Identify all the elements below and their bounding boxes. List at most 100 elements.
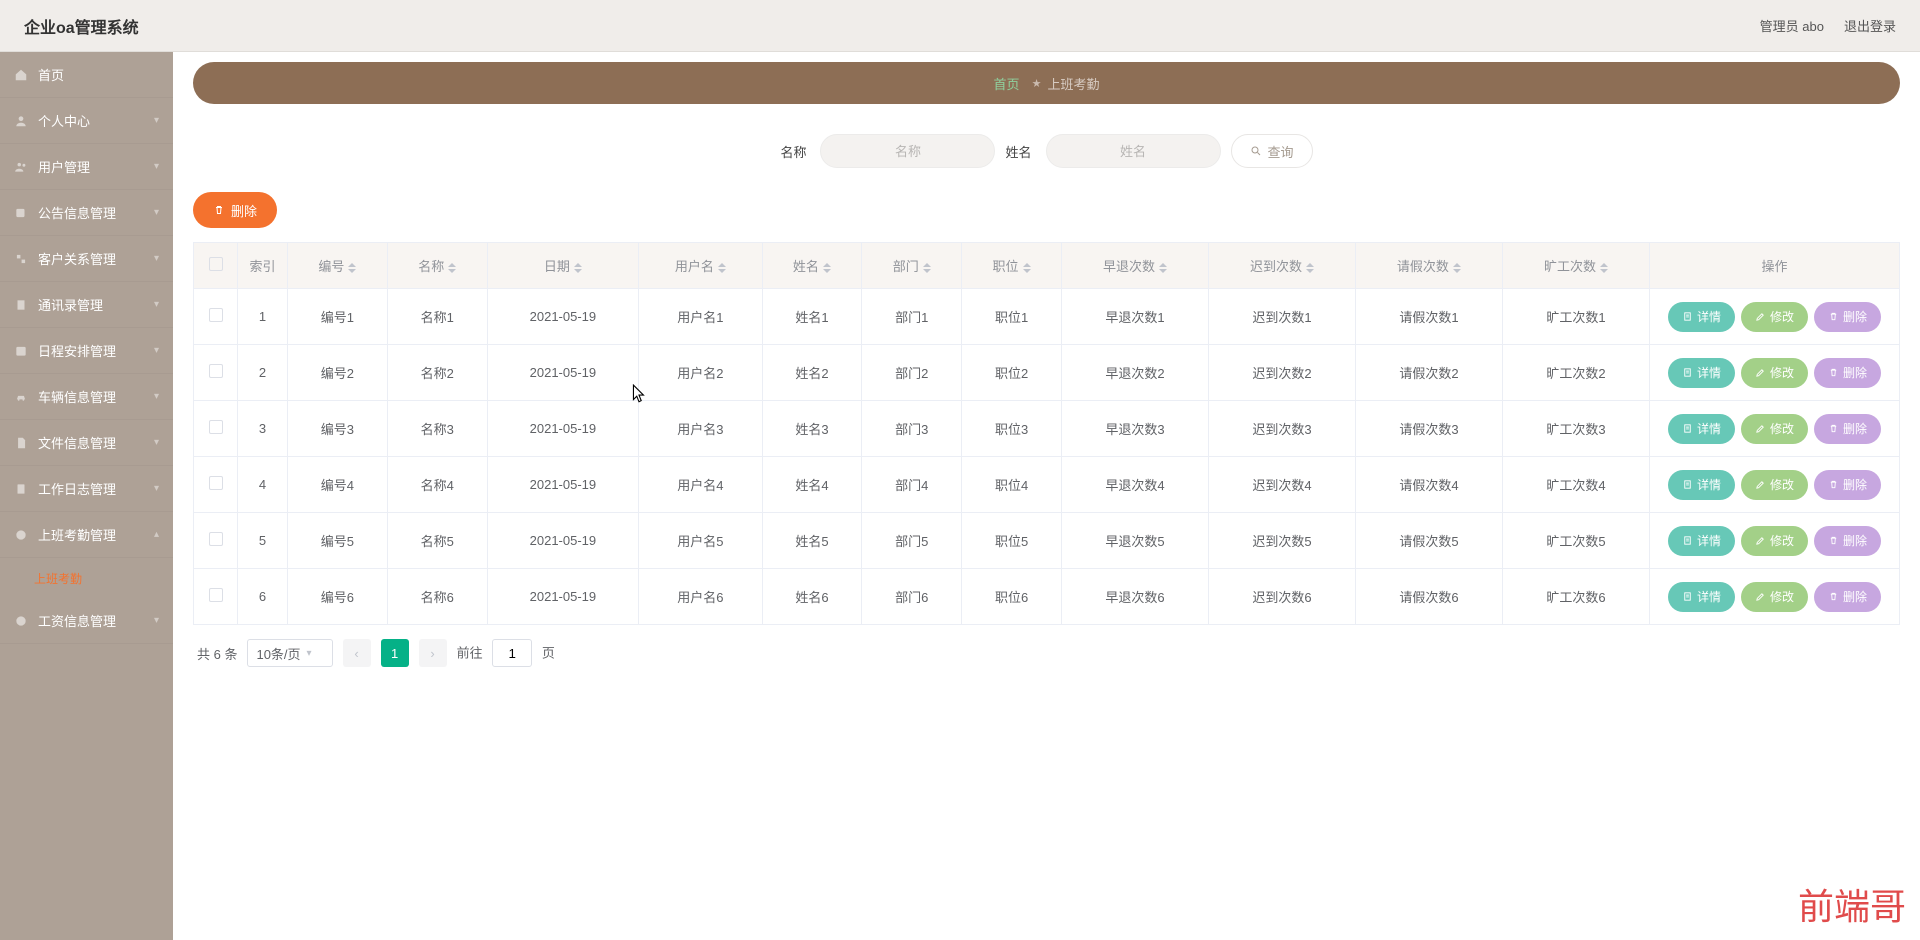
edit-button[interactable]: 修改 [1741, 358, 1808, 388]
filter-bar: 名称 姓名 查询 [193, 122, 1900, 168]
table-row: 4编号4名称42021-05-19用户名4姓名4部门4职位4早退次数4迟到次数4… [194, 457, 1900, 513]
breadcrumb: 首页 ★ 上班考勤 [193, 62, 1900, 104]
detail-button[interactable]: 详情 [1668, 526, 1735, 556]
trash-icon [1828, 367, 1839, 378]
sidebar-item-files[interactable]: 文件信息管理 ▾ [0, 420, 173, 466]
cell-early: 早退次数3 [1061, 401, 1208, 457]
cell-early: 早退次数5 [1061, 513, 1208, 569]
col-dept[interactable]: 部门 [893, 259, 919, 274]
col-user[interactable]: 用户名 [675, 259, 714, 274]
edit-button[interactable]: 修改 [1741, 470, 1808, 500]
page-size-label: 10条/页 [256, 644, 300, 663]
sort-icon[interactable] [448, 263, 456, 273]
sort-icon[interactable] [348, 263, 356, 273]
trash-icon [1828, 423, 1839, 434]
sidebar-sub-attendance[interactable]: 上班考勤 [0, 558, 173, 598]
row-checkbox[interactable] [209, 532, 223, 546]
admin-label[interactable]: 管理员 abo [1760, 16, 1824, 35]
filter-name-input[interactable] [820, 134, 995, 168]
delete-button[interactable]: 删除 [1814, 358, 1881, 388]
home-icon [14, 68, 28, 82]
sidebar-item-attendance[interactable]: 上班考勤管理 ▴ [0, 512, 173, 558]
col-no[interactable]: 编号 [318, 259, 344, 274]
row-checkbox[interactable] [209, 420, 223, 434]
sidebar-item-notice[interactable]: 公告信息管理 ▾ [0, 190, 173, 236]
cell-pos: 职位5 [962, 513, 1062, 569]
col-late[interactable]: 迟到次数 [1250, 259, 1302, 274]
edit-button[interactable]: 修改 [1741, 302, 1808, 332]
sort-icon[interactable] [1453, 263, 1461, 273]
sidebar-item-home[interactable]: 首页 [0, 52, 173, 98]
cell-date: 2021-05-19 [487, 457, 639, 513]
pagination: 共 6 条 10条/页 ▾ ‹ 1 › 前往 页 [193, 625, 1900, 681]
table-row: 5编号5名称52021-05-19用户名5姓名5部门5职位5早退次数5迟到次数5… [194, 513, 1900, 569]
topbar-right: 管理员 abo 退出登录 [1760, 16, 1896, 35]
sidebar-item-worklog[interactable]: 工作日志管理 ▾ [0, 466, 173, 512]
row-actions: 详情修改删除 [1658, 526, 1891, 556]
breadcrumb-home[interactable]: 首页 [994, 74, 1020, 93]
sidebar-item-salary[interactable]: 工资信息管理 ▾ [0, 598, 173, 644]
table-body: 1编号1名称12021-05-19用户名1姓名1部门1职位1早退次数1迟到次数1… [194, 289, 1900, 625]
col-index[interactable]: 索引 [249, 259, 275, 274]
col-date[interactable]: 日期 [544, 259, 570, 274]
sidebar-item-crm[interactable]: 客户关系管理 ▾ [0, 236, 173, 282]
row-checkbox[interactable] [209, 308, 223, 322]
edit-button[interactable]: 修改 [1741, 582, 1808, 612]
sidebar-item-schedule[interactable]: 日程安排管理 ▾ [0, 328, 173, 374]
cell-dept: 部门3 [862, 401, 962, 457]
checkbox-all[interactable] [209, 257, 223, 271]
delete-button[interactable]: 删除 [1814, 470, 1881, 500]
sort-icon[interactable] [718, 263, 726, 273]
pager-prev[interactable]: ‹ [343, 639, 371, 667]
pencil-icon [1755, 423, 1766, 434]
sort-icon[interactable] [1159, 263, 1167, 273]
sidebar-item-contacts[interactable]: 通讯录管理 ▾ [0, 282, 173, 328]
sort-icon[interactable] [923, 263, 931, 273]
row-checkbox[interactable] [209, 588, 223, 602]
chevron-down-icon: ▾ [154, 161, 159, 172]
pencil-icon [1755, 591, 1766, 602]
chevron-down-icon: ▾ [154, 437, 159, 448]
bulk-delete-button[interactable]: 删除 [193, 192, 277, 228]
col-early[interactable]: 早退次数 [1103, 259, 1155, 274]
edit-button[interactable]: 修改 [1741, 526, 1808, 556]
col-name[interactable]: 名称 [418, 259, 444, 274]
pager-jump-input[interactable] [492, 639, 532, 667]
sidebar-item-label: 公告信息管理 [38, 203, 154, 222]
sidebar-item-profile[interactable]: 个人中心 ▾ [0, 98, 173, 144]
delete-button[interactable]: 删除 [1814, 526, 1881, 556]
col-pos[interactable]: 职位 [993, 259, 1019, 274]
detail-button[interactable]: 详情 [1668, 414, 1735, 444]
sort-icon[interactable] [574, 263, 582, 273]
filter-xing-input[interactable] [1046, 134, 1221, 168]
pencil-icon [1755, 311, 1766, 322]
sort-icon[interactable] [1306, 263, 1314, 273]
logout-link[interactable]: 退出登录 [1844, 16, 1896, 35]
edit-button[interactable]: 修改 [1741, 414, 1808, 444]
delete-button[interactable]: 删除 [1814, 582, 1881, 612]
detail-button[interactable]: 详情 [1668, 582, 1735, 612]
col-leave[interactable]: 请假次数 [1397, 259, 1449, 274]
col-absent[interactable]: 旷工次数 [1544, 259, 1596, 274]
doc-icon [1682, 367, 1693, 378]
row-checkbox[interactable] [209, 476, 223, 490]
detail-button[interactable]: 详情 [1668, 358, 1735, 388]
sort-icon[interactable] [823, 263, 831, 273]
pager-current[interactable]: 1 [381, 639, 409, 667]
col-xing[interactable]: 姓名 [793, 259, 819, 274]
delete-button[interactable]: 删除 [1814, 414, 1881, 444]
filter-name-label: 名称 [780, 142, 806, 161]
row-checkbox[interactable] [209, 364, 223, 378]
detail-button[interactable]: 详情 [1668, 302, 1735, 332]
delete-button[interactable]: 删除 [1814, 302, 1881, 332]
sidebar-item-users[interactable]: 用户管理 ▾ [0, 144, 173, 190]
pager-next[interactable]: › [419, 639, 447, 667]
sidebar-item-vehicle[interactable]: 车辆信息管理 ▾ [0, 374, 173, 420]
table-row: 1编号1名称12021-05-19用户名1姓名1部门1职位1早退次数1迟到次数1… [194, 289, 1900, 345]
query-button[interactable]: 查询 [1231, 134, 1313, 168]
sort-icon[interactable] [1600, 263, 1608, 273]
sort-icon[interactable] [1023, 263, 1031, 273]
page-size-select[interactable]: 10条/页 ▾ [247, 639, 332, 667]
table-head: 索引 编号 名称 日期 用户名 姓名 部门 职位 早退次数 迟到次数 请假次数 … [194, 243, 1900, 289]
detail-button[interactable]: 详情 [1668, 470, 1735, 500]
